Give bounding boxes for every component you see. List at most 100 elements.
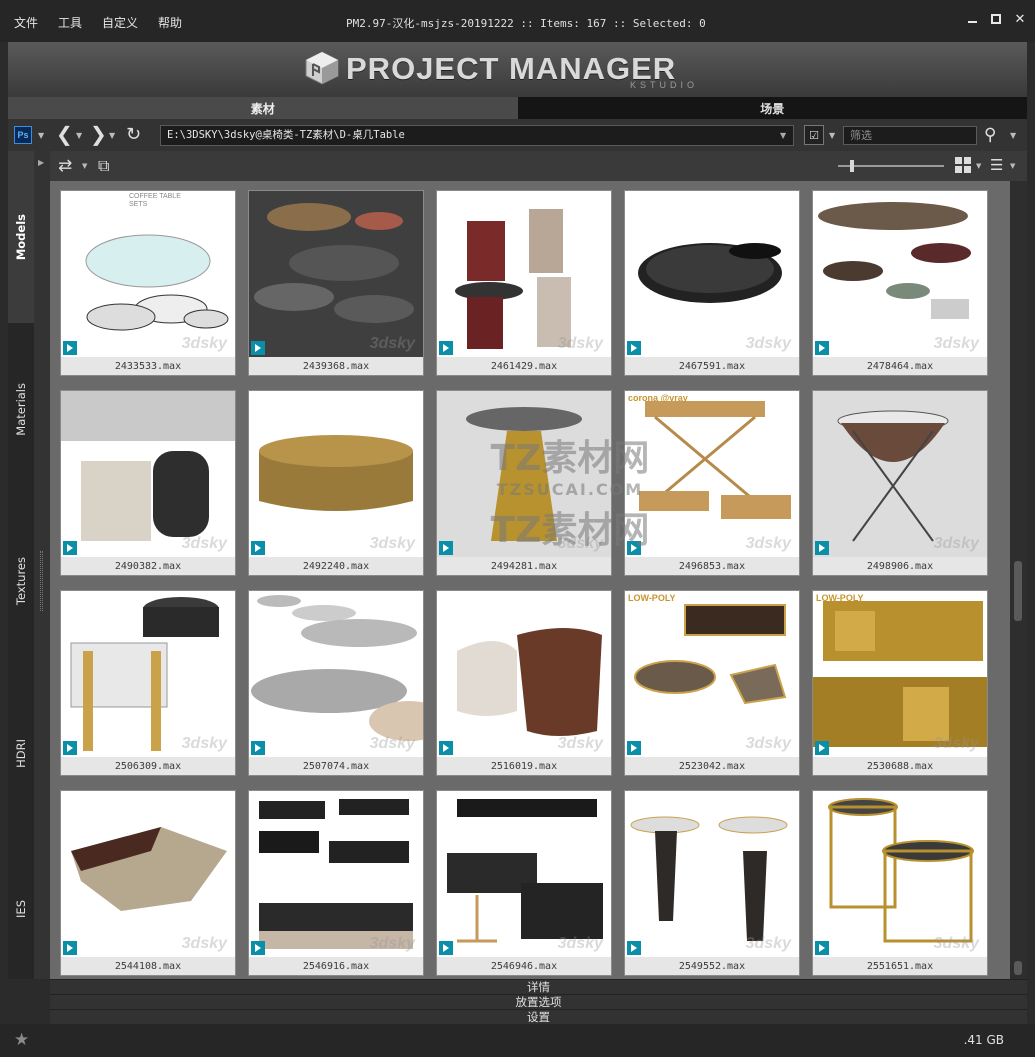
- asset-card[interactable]: 3dsky 2551651.max: [812, 790, 988, 976]
- tab-ies[interactable]: IES: [8, 839, 34, 979]
- asset-thumbnail[interactable]: [813, 191, 987, 357]
- rollout-details[interactable]: 详情: [50, 979, 1027, 994]
- asset-card[interactable]: COFFEE TABLE SETS 3dsky 2433533.max: [60, 190, 236, 376]
- forward-icon[interactable]: ❯: [90, 123, 107, 145]
- back-icon[interactable]: ❮: [56, 123, 73, 145]
- menu-file[interactable]: 文件: [14, 14, 38, 31]
- maximize-button[interactable]: [989, 12, 1003, 26]
- asset-card[interactable]: 3dsky 2478464.max: [812, 190, 988, 376]
- asset-card[interactable]: 3dsky 2546946.max: [436, 790, 612, 976]
- favorite-star-icon[interactable]: ★: [14, 1030, 29, 1050]
- asset-filename: 2496853.max: [625, 557, 799, 575]
- splitter-grip[interactable]: [40, 551, 43, 611]
- view-dropdown-icon[interactable]: ▼: [976, 162, 981, 170]
- logo-cube-icon: [305, 51, 339, 85]
- cube-icon[interactable]: ⧉: [98, 156, 109, 176]
- search-dropdown-icon[interactable]: ▼: [1010, 131, 1016, 140]
- scrollbar-thumb[interactable]: [1014, 561, 1022, 621]
- refresh-icon[interactable]: ↻: [126, 124, 141, 145]
- path-dropdown-icon[interactable]: ▼: [780, 131, 786, 140]
- menu-customize[interactable]: 自定义: [102, 14, 138, 31]
- asset-thumbnail[interactable]: [61, 191, 235, 357]
- minimize-button[interactable]: [965, 12, 979, 26]
- close-button[interactable]: ✕: [1013, 12, 1027, 27]
- asset-thumbnail[interactable]: [249, 791, 423, 957]
- asset-card[interactable]: 3dsky 2544108.max: [60, 790, 236, 976]
- asset-thumbnail[interactable]: [813, 591, 987, 757]
- asset-card[interactable]: 3dsky 2467591.max: [624, 190, 800, 376]
- thumbnail-size-slider[interactable]: [838, 160, 944, 172]
- sync-icon[interactable]: ⇄: [58, 156, 72, 176]
- asset-thumbnail[interactable]: [625, 791, 799, 957]
- menu-tools[interactable]: 工具: [58, 14, 82, 31]
- tab-materials[interactable]: Materials: [8, 323, 34, 495]
- forward-dropdown-icon[interactable]: ▼: [109, 131, 115, 140]
- rollout-placement[interactable]: 放置选项: [50, 994, 1027, 1009]
- asset-thumbnail[interactable]: [249, 391, 423, 557]
- asset-thumbnail[interactable]: [61, 791, 235, 957]
- asset-card[interactable]: 3dsky 2549552.max: [624, 790, 800, 976]
- asset-card[interactable]: LOW-POLY 3dsky 2530688.max: [812, 590, 988, 776]
- asset-thumbnail[interactable]: [625, 391, 799, 557]
- asset-card[interactable]: 3dsky 2516019.max: [436, 590, 612, 776]
- asset-card[interactable]: 3dsky 2506309.max: [60, 590, 236, 776]
- thumbnail-image: [251, 595, 423, 741]
- sort-icon[interactable]: ☰: [990, 156, 1003, 174]
- 3dsmax-file-icon: [63, 941, 77, 955]
- asset-thumbnail[interactable]: [813, 391, 987, 557]
- asset-card[interactable]: 3dsky 2546916.max: [248, 790, 424, 976]
- asset-thumbnail[interactable]: [625, 591, 799, 757]
- asset-card[interactable]: 3dsky 2492240.max: [248, 390, 424, 576]
- scrollbar-lower[interactable]: [1014, 961, 1022, 975]
- sort-dropdown-icon[interactable]: ▼: [1010, 162, 1015, 170]
- grid-view-icon[interactable]: [955, 157, 971, 173]
- asset-card[interactable]: 3dsky 2507074.max: [248, 590, 424, 776]
- asset-card[interactable]: 3dsky 2461429.max: [436, 190, 612, 376]
- asset-thumbnail[interactable]: [437, 591, 611, 757]
- filter-input[interactable]: 筛选: [843, 126, 977, 145]
- rollout-settings[interactable]: 设置: [50, 1009, 1027, 1024]
- asset-thumbnail[interactable]: [249, 591, 423, 757]
- asset-card[interactable]: 3dsky 2490382.max: [60, 390, 236, 576]
- expand-arrow-icon[interactable]: ▶: [38, 158, 44, 167]
- asset-card[interactable]: corona @vray 3dsky 2496853.max: [624, 390, 800, 576]
- asset-card[interactable]: 3dsky 2498906.max: [812, 390, 988, 576]
- 3dsmax-file-icon: [815, 741, 829, 755]
- asset-thumbnail[interactable]: [437, 391, 611, 557]
- thumbnail-header: COFFEE TABLE SETS: [129, 193, 181, 208]
- path-input[interactable]: E:\3DSKY\3dsky@桌椅类-TZ素材\D-桌几Table: [160, 125, 794, 146]
- tab-textures[interactable]: Textures: [8, 495, 34, 667]
- grid-scrollbar[interactable]: [1010, 181, 1027, 979]
- asset-filename: 2439368.max: [249, 357, 423, 375]
- asset-card[interactable]: 3dsky 2439368.max: [248, 190, 424, 376]
- asset-thumbnail[interactable]: [249, 191, 423, 357]
- asset-thumbnail[interactable]: [625, 191, 799, 357]
- tab-scenes[interactable]: 场景: [517, 97, 1027, 119]
- photoshop-icon[interactable]: Ps: [14, 126, 32, 144]
- thumbnail-watermark: 3dsky: [181, 335, 227, 352]
- asset-thumbnail[interactable]: [813, 791, 987, 957]
- back-dropdown-icon[interactable]: ▼: [76, 131, 82, 140]
- asset-thumbnail[interactable]: [61, 591, 235, 757]
- ps-dropdown-icon[interactable]: ▼: [38, 131, 44, 140]
- slider-handle[interactable]: [850, 160, 854, 172]
- tab-models[interactable]: Models: [8, 151, 34, 323]
- asset-thumbnail[interactable]: [437, 791, 611, 957]
- asset-card[interactable]: LOW-POLY 3dsky 2523042.max: [624, 590, 800, 776]
- filter-options-icon[interactable]: ☑: [804, 125, 824, 145]
- tab-assets[interactable]: 素材: [8, 97, 518, 119]
- title-bar: 文件 工具 自定义 帮助 PM2.97-汉化-msjzs-20191222 ::…: [0, 0, 1035, 42]
- asset-card[interactable]: 3dsky 2494281.max: [436, 390, 612, 576]
- filter-dropdown-icon[interactable]: ▼: [829, 131, 835, 140]
- app-banner: PROJECT MANAGER KSTUDIO: [8, 42, 1027, 97]
- menu-help[interactable]: 帮助: [158, 14, 182, 31]
- thumbnail-image: [259, 799, 413, 949]
- tab-hdri[interactable]: HDRI: [8, 667, 34, 839]
- search-icon[interactable]: ⚲: [984, 125, 996, 145]
- thumbnail-watermark: 3dsky: [181, 935, 227, 952]
- asset-thumbnail[interactable]: [61, 391, 235, 557]
- panel-splitter[interactable]: [34, 151, 50, 979]
- sync-dropdown-icon[interactable]: ▼: [82, 162, 87, 170]
- asset-thumbnail[interactable]: [437, 191, 611, 357]
- thumbnail-image: [71, 827, 227, 911]
